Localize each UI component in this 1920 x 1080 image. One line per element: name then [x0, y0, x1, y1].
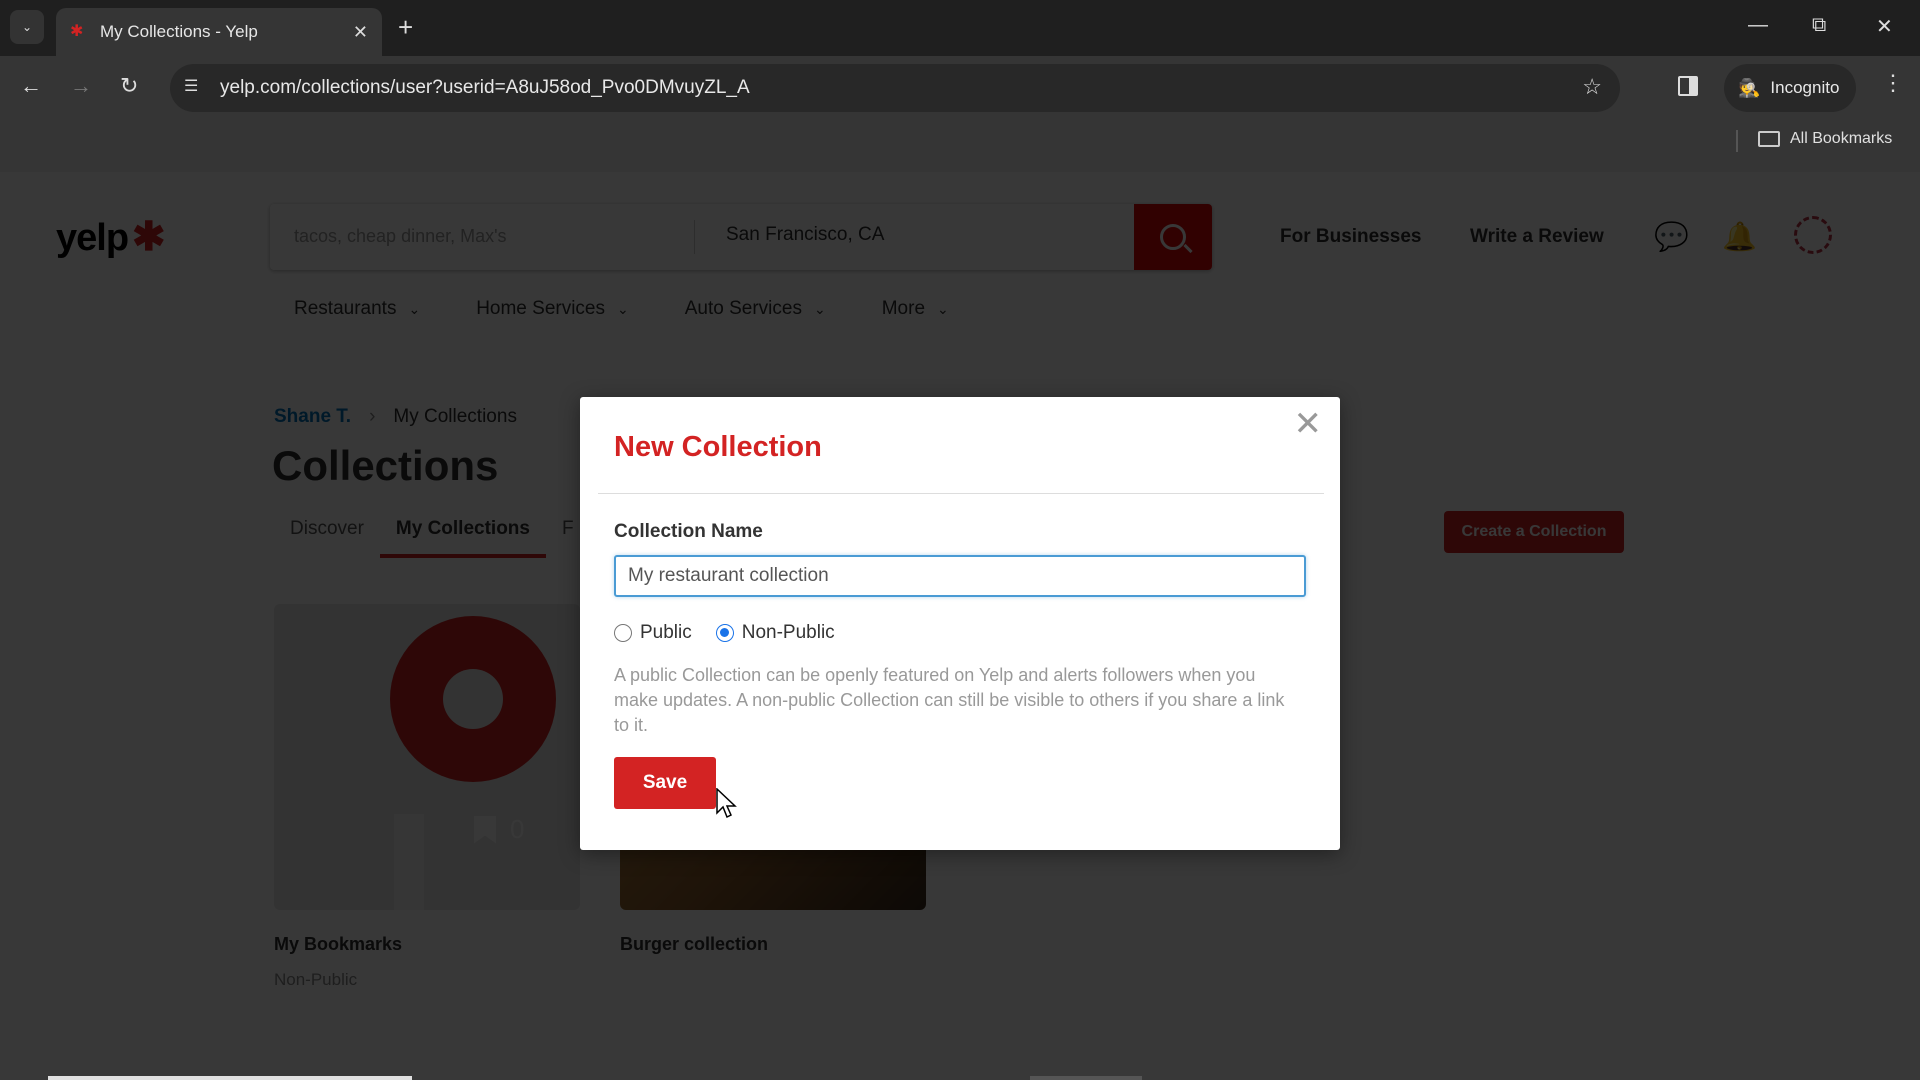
window-close-icon[interactable]: ✕: [1876, 14, 1893, 39]
radio-nonpublic-option[interactable]: Non-Public: [715, 622, 835, 644]
incognito-badge[interactable]: 🕵 Incognito: [1724, 64, 1856, 112]
restore-icon[interactable]: ⧉: [1812, 14, 1826, 37]
visibility-radio-group: Public Non-Public: [614, 622, 859, 644]
browser-titlebar: ⌄ ✱ My Collections - Yelp ✕ + — ⧉ ✕: [0, 0, 1920, 56]
new-collection-modal: ✕ New Collection Collection Name Public …: [580, 397, 1340, 850]
bookmarks-bar: All Bookmarks: [0, 120, 1920, 172]
scroll-indicator: [1030, 1076, 1142, 1080]
url-text[interactable]: yelp.com/collections/user?userid=A8uJ58o…: [220, 77, 750, 99]
all-bookmarks-label: All Bookmarks: [1790, 130, 1893, 147]
tab-close-icon[interactable]: ✕: [353, 22, 368, 43]
side-panel-icon[interactable]: [1678, 76, 1698, 96]
mouse-cursor-icon: [716, 788, 737, 819]
radio-public-option[interactable]: Public: [614, 622, 692, 644]
tab-title: My Collections - Yelp: [100, 22, 258, 41]
chevron-down-icon: ⌄: [21, 20, 33, 34]
forward-icon[interactable]: →: [70, 73, 92, 99]
modal-divider: [598, 493, 1324, 494]
bookmarks-divider: [1736, 130, 1738, 152]
tab-search-button[interactable]: ⌄: [10, 10, 44, 44]
incognito-icon: 🕵: [1738, 77, 1761, 98]
modal-title: New Collection: [614, 431, 822, 463]
browser-toolbar: ← → ↻ ☰ yelp.com/collections/user?userid…: [0, 56, 1920, 120]
radio-public-label[interactable]: Public: [640, 622, 692, 644]
collection-name-label: Collection Name: [614, 521, 763, 542]
site-info-icon[interactable]: ☰: [184, 76, 208, 100]
incognito-label: Incognito: [1770, 78, 1840, 97]
radio-nonpublic-label[interactable]: Non-Public: [742, 622, 835, 644]
yelp-favicon-icon: ✱: [70, 23, 84, 40]
back-icon[interactable]: ←: [20, 73, 42, 99]
browser-tab-active[interactable]: ✱ My Collections - Yelp ✕: [56, 8, 382, 56]
browser-menu-icon[interactable]: ⋮: [1882, 70, 1904, 96]
reload-icon[interactable]: ↻: [120, 73, 138, 99]
visibility-help-text: A public Collection can be openly featur…: [614, 665, 1285, 735]
radio-nonpublic[interactable]: [715, 624, 734, 642]
all-bookmarks-button[interactable]: All Bookmarks: [1758, 130, 1892, 148]
radio-public[interactable]: [614, 624, 632, 642]
bookmark-star-icon[interactable]: ☆: [1582, 74, 1602, 100]
address-bar[interactable]: ☰ yelp.com/collections/user?userid=A8uJ5…: [170, 64, 1620, 112]
minimize-icon[interactable]: —: [1748, 14, 1768, 37]
horizontal-scrollbar-thumb[interactable]: [48, 1076, 412, 1080]
folder-icon: [1758, 131, 1780, 147]
save-button[interactable]: Save: [614, 757, 716, 809]
close-icon[interactable]: ✕: [1294, 407, 1323, 441]
collection-name-input[interactable]: [614, 555, 1306, 597]
new-tab-button[interactable]: +: [398, 12, 413, 43]
